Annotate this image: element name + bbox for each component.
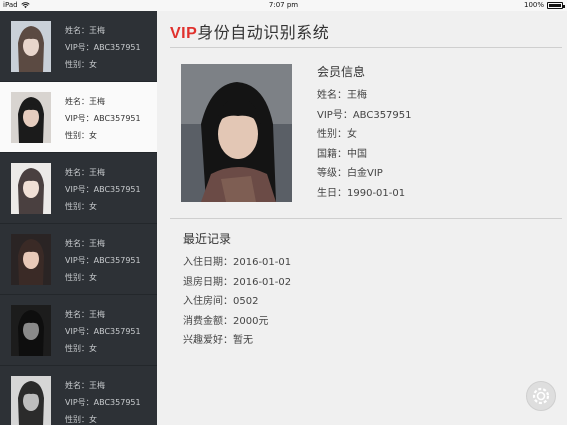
list-member-name: 姓名：王梅 xyxy=(65,239,105,248)
record-checkin-date: 入住日期：2016-01-01 xyxy=(183,257,292,268)
app-title-text: 身份自动识别系统 xyxy=(197,23,330,42)
record-room: 入住房间：0502 xyxy=(183,296,259,307)
assistive-touch-icon xyxy=(532,387,550,405)
title-divider xyxy=(170,47,562,48)
status-bar-right: 100% xyxy=(523,1,565,9)
list-member-vip: VIP号：ABC357951 xyxy=(65,256,141,265)
app-title: VIP身份自动识别系统 xyxy=(170,19,329,43)
member-thumbnail xyxy=(11,305,51,356)
list-member-name: 姓名：王梅 xyxy=(65,310,105,319)
app-title-vip: VIP xyxy=(170,25,198,42)
status-time: 7:07 pm xyxy=(268,1,299,9)
member-list-info: 姓名：王梅 VIP号：ABC357951 性别：女 xyxy=(65,93,141,144)
list-member-name: 姓名：王梅 xyxy=(65,168,105,177)
member-list-info: 姓名：王梅 VIP号：ABC357951 性别：女 xyxy=(65,164,141,215)
list-member-gender: 性别：女 xyxy=(65,60,97,69)
member-list-item[interactable]: 姓名：王梅 VIP号：ABC357951 性别：女 xyxy=(0,224,157,295)
member-vip-number: VIP号：ABC357951 xyxy=(317,109,412,121)
member-birthday: 生日：1990-01-01 xyxy=(317,187,406,199)
member-list-info: 姓名：王梅 VIP号：ABC357951 性别：女 xyxy=(65,22,141,73)
member-list-item[interactable]: 姓名：王梅 VIP号：ABC357951 性别：女 xyxy=(0,82,157,153)
member-thumbnail xyxy=(11,234,51,285)
list-member-gender: 性别：女 xyxy=(65,202,97,211)
list-member-gender: 性别：女 xyxy=(65,131,97,140)
list-member-gender: 性别：女 xyxy=(65,415,97,424)
assistive-touch-button[interactable] xyxy=(526,381,556,411)
section-divider xyxy=(170,218,562,219)
record-checkout-date: 退房日期：2016-01-02 xyxy=(183,276,292,288)
record-amount: 消费金额：2000元 xyxy=(183,315,269,327)
member-list-item[interactable]: 姓名：王梅 VIP号：ABC357951 性别：女 xyxy=(0,295,157,366)
member-thumbnail xyxy=(11,376,51,425)
member-detail-panel: VIP身份自动识别系统 会员信息 姓名：王梅 VIP号：ABC357951 性别… xyxy=(157,11,567,425)
list-member-vip: VIP号：ABC357951 xyxy=(65,185,141,194)
list-member-vip: VIP号：ABC357951 xyxy=(65,114,141,123)
member-list-sidebar[interactable]: 姓名：王梅 VIP号：ABC357951 性别：女 姓名：王梅 VIP号：ABC3579… xyxy=(0,11,157,425)
member-thumbnail xyxy=(11,92,51,143)
list-member-name: 姓名：王梅 xyxy=(65,97,105,106)
member-info-list: 姓名：王梅 VIP号：ABC357951 性别：女 国籍：中国 等级：白金VIP… xyxy=(317,86,412,203)
list-member-vip: VIP号：ABC357951 xyxy=(65,43,141,52)
member-photo xyxy=(181,64,292,202)
member-list-info: 姓名：王梅 VIP号：ABC357951 性别：女 xyxy=(65,235,141,286)
list-member-name: 姓名：王梅 xyxy=(65,26,105,35)
member-nationality: 国籍：中国 xyxy=(317,148,367,160)
member-list-item[interactable]: 姓名：王梅 VIP号：ABC357951 性别：女 xyxy=(0,153,157,224)
record-hobby: 兴趣爱好：暂无 xyxy=(183,335,253,346)
member-list-info: 姓名：王梅 VIP号：ABC357951 性别：女 xyxy=(65,306,141,357)
list-member-vip: VIP号：ABC357951 xyxy=(65,327,141,336)
list-member-name: 姓名：王梅 xyxy=(65,381,105,390)
member-thumbnail xyxy=(11,163,51,214)
list-member-gender: 性别：女 xyxy=(65,344,97,353)
recent-records-list: 入住日期：2016-01-01 退房日期：2016-01-02 入住房间：050… xyxy=(183,253,291,351)
member-list-info: 姓名：王梅 VIP号：ABC357951 性别：女 xyxy=(65,377,141,425)
recent-records-title: 最近记录 xyxy=(183,232,232,246)
list-member-vip: VIP号：ABC357951 xyxy=(65,398,141,407)
member-info-title: 会员信息 xyxy=(317,65,366,79)
battery-icon xyxy=(547,1,565,9)
member-list-item[interactable]: 姓名：王梅 VIP号：ABC357951 性别：女 xyxy=(0,11,157,82)
status-bar: iPad 7:07 pm 100% xyxy=(0,0,567,11)
member-name: 姓名：王梅 xyxy=(317,90,367,101)
member-level: 等级：白金VIP xyxy=(317,168,383,179)
member-thumbnail xyxy=(11,21,51,72)
member-list-item[interactable]: 姓名：王梅 VIP号：ABC357951 性别：女 xyxy=(0,366,157,425)
member-gender: 性别：女 xyxy=(317,129,357,140)
list-member-gender: 性别：女 xyxy=(65,273,97,282)
battery-percent: 100% xyxy=(523,1,544,9)
